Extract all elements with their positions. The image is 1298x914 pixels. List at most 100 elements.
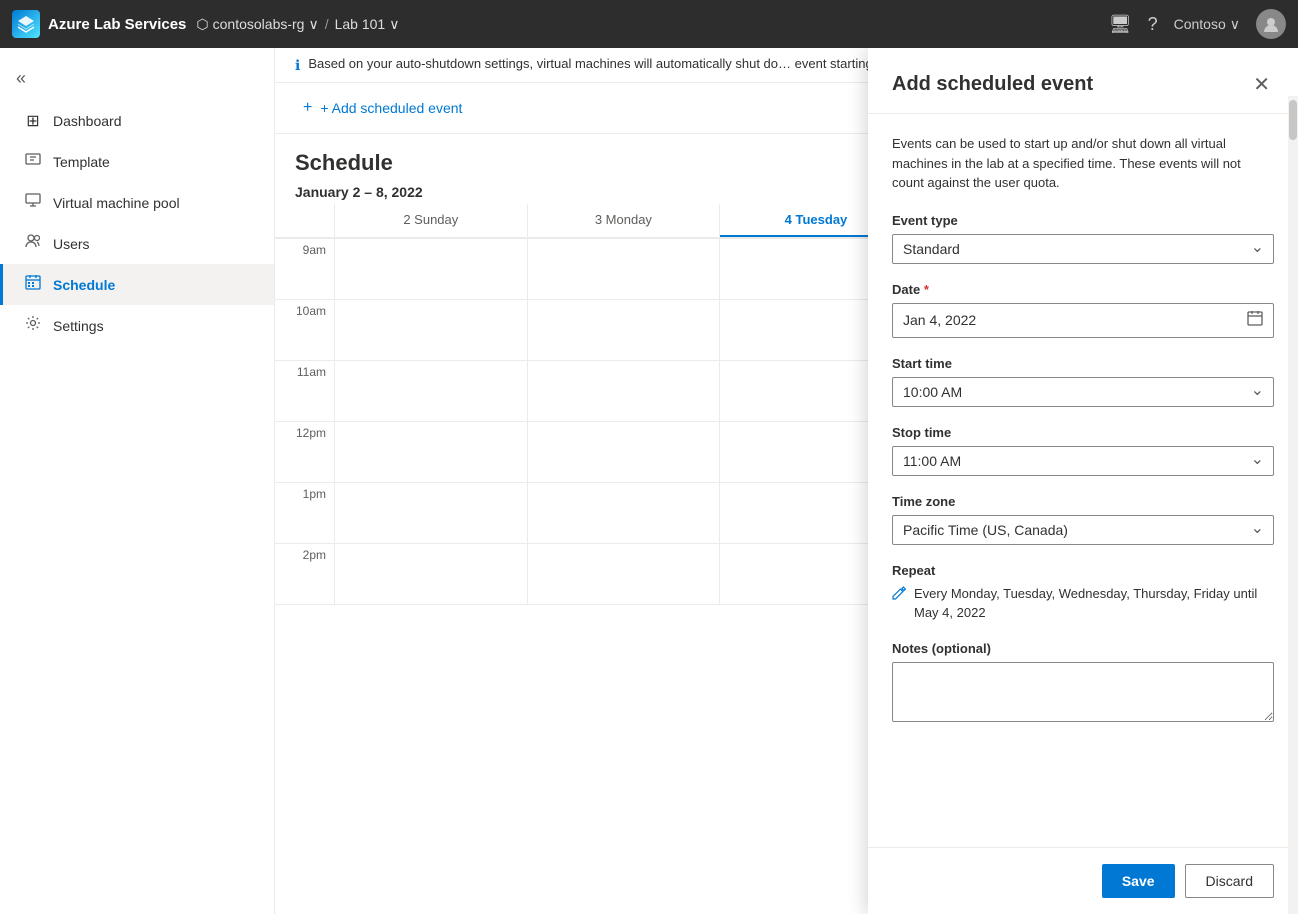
cell-sun-12pm[interactable] xyxy=(335,422,528,482)
timezone-select-wrapper: Pacific Time (US, Canada) Eastern Time (… xyxy=(892,515,1274,545)
breadcrumb-separator: / xyxy=(325,16,329,32)
app-logo[interactable]: Azure Lab Services xyxy=(12,10,186,38)
sidebar: « ⊞ Dashboard Template Virtual machin xyxy=(0,48,275,914)
stop-time-select[interactable]: 10:00 AM 11:00 AM 12:00 PM 1:00 PM xyxy=(892,446,1274,476)
cell-sun-2pm[interactable] xyxy=(335,544,528,604)
panel-title: Add scheduled event xyxy=(892,73,1093,96)
start-time-group: Start time 8:00 AM 9:00 AM 10:00 AM 11:0… xyxy=(892,356,1274,407)
repeat-edit-icon[interactable] xyxy=(892,586,906,605)
resource-group-label: contosolabs-rg xyxy=(213,16,305,32)
topnav: Azure Lab Services ⬡ contosolabs-rg ∨ / … xyxy=(0,0,1298,48)
repeat-group: Repeat Every Monday, Tuesday, Wednesday,… xyxy=(892,563,1274,623)
add-event-label: + Add scheduled event xyxy=(320,100,462,116)
sidebar-item-schedule[interactable]: Schedule xyxy=(0,264,274,305)
vm-pool-icon xyxy=(23,192,43,213)
cell-mon-2pm[interactable] xyxy=(528,544,721,604)
panel-close-button[interactable]: ✕ xyxy=(1249,68,1274,101)
day-header-sun: 2 Sunday xyxy=(335,204,528,237)
sidebar-collapse-area: « xyxy=(0,56,274,101)
discard-button[interactable]: Discard xyxy=(1185,864,1274,898)
event-type-select-wrapper: Standard Lab Start Only Lab Stop Only xyxy=(892,234,1274,264)
avatar[interactable] xyxy=(1256,9,1286,39)
topnav-right: 🖥 ? Contoso ∨ xyxy=(1109,9,1286,39)
sidebar-label-settings: Settings xyxy=(53,318,104,334)
time-header xyxy=(275,204,335,237)
user-chevron: ∨ xyxy=(1230,16,1240,33)
time-label-1pm: 1pm xyxy=(275,483,335,543)
dashboard-icon: ⊞ xyxy=(23,111,43,131)
main-container: ℹ Based on your auto-shutdown settings, … xyxy=(275,48,1298,914)
notes-input[interactable] xyxy=(892,662,1274,722)
resource-group-chevron: ∨ xyxy=(308,16,318,33)
repeat-text: Every Monday, Tuesday, Wednesday, Thursd… xyxy=(914,584,1274,623)
breadcrumb: ⬡ contosolabs-rg ∨ / Lab 101 ∨ xyxy=(196,16,399,33)
app-title: Azure Lab Services xyxy=(48,16,186,33)
cell-sun-10am[interactable] xyxy=(335,300,528,360)
time-label-2pm: 2pm xyxy=(275,544,335,604)
cell-mon-12pm[interactable] xyxy=(528,422,721,482)
monitor-icon[interactable]: 🖥 xyxy=(1109,14,1132,35)
sidebar-label-dashboard: Dashboard xyxy=(53,113,122,129)
timezone-select[interactable]: Pacific Time (US, Canada) Eastern Time (… xyxy=(892,515,1274,545)
event-type-select[interactable]: Standard Lab Start Only Lab Stop Only xyxy=(892,234,1274,264)
cell-mon-9am[interactable] xyxy=(528,239,721,299)
sidebar-label-vm-pool: Virtual machine pool xyxy=(53,195,180,211)
resource-group-link[interactable]: ⬡ contosolabs-rg ∨ xyxy=(196,16,318,33)
stop-time-select-wrapper: 10:00 AM 11:00 AM 12:00 PM 1:00 PM xyxy=(892,446,1274,476)
lab-link[interactable]: Lab 101 ∨ xyxy=(335,16,400,33)
event-type-group: Event type Standard Lab Start Only Lab S… xyxy=(892,213,1274,264)
repeat-row: Every Monday, Tuesday, Wednesday, Thursd… xyxy=(892,584,1274,623)
notes-label: Notes (optional) xyxy=(892,641,1274,656)
scrollbar[interactable] xyxy=(1288,96,1298,914)
sidebar-item-template[interactable]: Template xyxy=(0,141,274,182)
settings-icon xyxy=(23,315,43,336)
time-label-10am: 10am xyxy=(275,300,335,360)
add-icon: + xyxy=(303,99,312,117)
event-type-label: Event type xyxy=(892,213,1274,228)
date-value: Jan 4, 2022 xyxy=(903,312,976,328)
resource-group-icon: ⬡ xyxy=(196,16,208,33)
calendar-icon xyxy=(1247,310,1263,331)
cell-mon-1pm[interactable] xyxy=(528,483,721,543)
sidebar-label-users: Users xyxy=(53,236,90,252)
add-event-panel: Add scheduled event ✕ Events can be used… xyxy=(868,48,1298,914)
sidebar-item-dashboard[interactable]: ⊞ Dashboard xyxy=(0,101,274,141)
start-time-select[interactable]: 8:00 AM 9:00 AM 10:00 AM 11:00 AM 12:00 … xyxy=(892,377,1274,407)
info-icon: ℹ xyxy=(295,57,300,74)
date-label: Date * xyxy=(892,282,1274,297)
help-icon[interactable]: ? xyxy=(1148,14,1158,35)
sidebar-item-settings[interactable]: Settings xyxy=(0,305,274,346)
time-label-11am: 11am xyxy=(275,361,335,421)
sidebar-item-vm-pool[interactable]: Virtual machine pool xyxy=(0,182,274,223)
user-menu[interactable]: Contoso ∨ xyxy=(1174,16,1240,33)
sidebar-collapse-button[interactable]: « xyxy=(12,64,30,93)
cell-sun-1pm[interactable] xyxy=(335,483,528,543)
add-scheduled-event-button[interactable]: + + Add scheduled event xyxy=(295,95,470,121)
users-icon xyxy=(23,233,43,254)
panel-header: Add scheduled event ✕ xyxy=(868,48,1298,114)
panel-body: Events can be used to start up and/or sh… xyxy=(868,114,1298,847)
layout: « ⊞ Dashboard Template Virtual machin xyxy=(0,48,1298,914)
date-input[interactable]: Jan 4, 2022 xyxy=(892,303,1274,338)
lab-label: Lab 101 xyxy=(335,16,386,32)
date-required-star: * xyxy=(924,282,929,297)
logo-icon xyxy=(12,10,40,38)
user-label: Contoso xyxy=(1174,16,1226,32)
sidebar-label-template: Template xyxy=(53,154,110,170)
timezone-group: Time zone Pacific Time (US, Canada) East… xyxy=(892,494,1274,545)
stop-time-group: Stop time 10:00 AM 11:00 AM 12:00 PM 1:0… xyxy=(892,425,1274,476)
template-icon xyxy=(23,151,43,172)
cell-mon-10am[interactable] xyxy=(528,300,721,360)
stop-time-label: Stop time xyxy=(892,425,1274,440)
day-header-mon: 3 Monday xyxy=(528,204,721,237)
save-button[interactable]: Save xyxy=(1102,864,1175,898)
start-time-select-wrapper: 8:00 AM 9:00 AM 10:00 AM 11:00 AM 12:00 … xyxy=(892,377,1274,407)
start-time-label: Start time xyxy=(892,356,1274,371)
cell-sun-9am[interactable] xyxy=(335,239,528,299)
cell-sun-11am[interactable] xyxy=(335,361,528,421)
sidebar-item-users[interactable]: Users xyxy=(0,223,274,264)
date-group: Date * Jan 4, 2022 xyxy=(892,282,1274,338)
info-text: Based on your auto-shutdown settings, vi… xyxy=(308,56,876,71)
cell-mon-11am[interactable] xyxy=(528,361,721,421)
panel-description: Events can be used to start up and/or sh… xyxy=(892,134,1274,193)
